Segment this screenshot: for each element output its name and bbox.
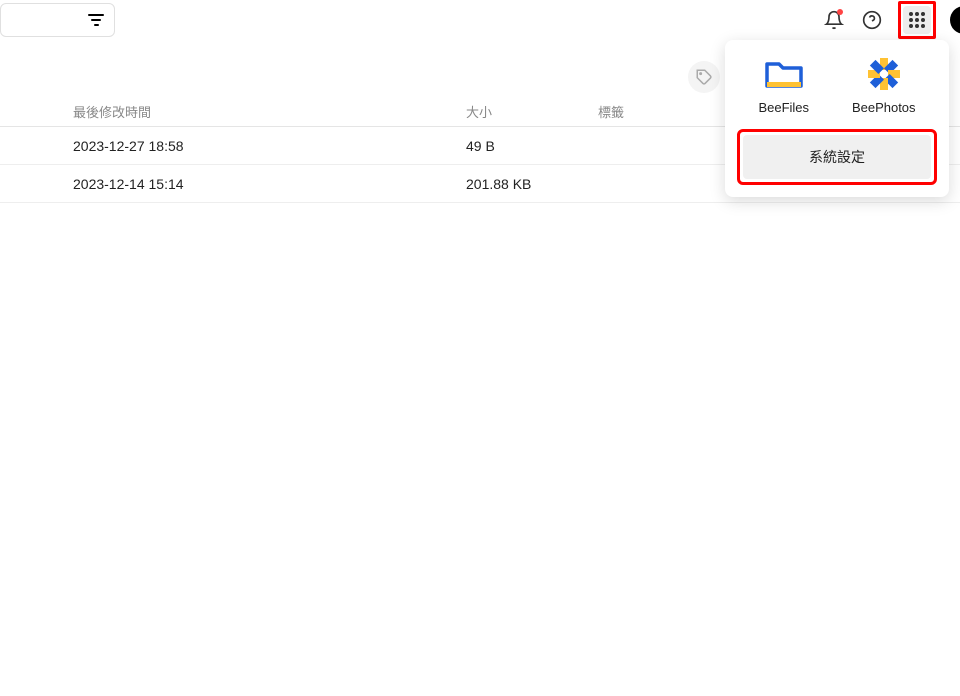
notification-dot xyxy=(837,9,843,15)
system-settings-button[interactable]: 系統設定 xyxy=(743,135,931,179)
apps-grid-icon xyxy=(909,12,925,28)
settings-label: 系統設定 xyxy=(809,147,865,167)
app-label: BeePhotos xyxy=(852,100,916,115)
avatar[interactable] xyxy=(950,6,960,34)
app-beephotos[interactable]: BeePhotos xyxy=(852,56,916,115)
top-right-icons xyxy=(822,1,960,39)
help-button[interactable] xyxy=(860,8,884,32)
filter-icon xyxy=(88,14,104,26)
top-bar xyxy=(0,0,960,40)
apps-popover: BeeFiles BeePhotos xyxy=(725,40,949,197)
app-label: BeeFiles xyxy=(758,100,809,115)
apps-row: BeeFiles BeePhotos xyxy=(737,56,937,115)
cell-modified: 2023-12-27 18:58 xyxy=(0,138,466,154)
header-modified[interactable]: 最後修改時間 xyxy=(0,102,466,121)
app-beefiles[interactable]: BeeFiles xyxy=(758,56,809,115)
header-size[interactable]: 大小 xyxy=(466,102,598,121)
tag-icon xyxy=(695,68,713,86)
search-filter-box[interactable] xyxy=(0,3,115,37)
beefiles-icon xyxy=(764,56,804,92)
cell-size: 49 B xyxy=(466,138,598,154)
help-icon xyxy=(862,10,882,30)
apps-button[interactable] xyxy=(903,6,931,34)
apps-button-highlight xyxy=(898,1,936,39)
settings-button-highlight: 系統設定 xyxy=(737,129,937,185)
beephotos-icon xyxy=(864,56,904,92)
cell-modified: 2023-12-14 15:14 xyxy=(0,176,466,192)
tag-button[interactable] xyxy=(688,61,720,93)
notification-button[interactable] xyxy=(822,8,846,32)
cell-size: 201.88 KB xyxy=(466,176,598,192)
